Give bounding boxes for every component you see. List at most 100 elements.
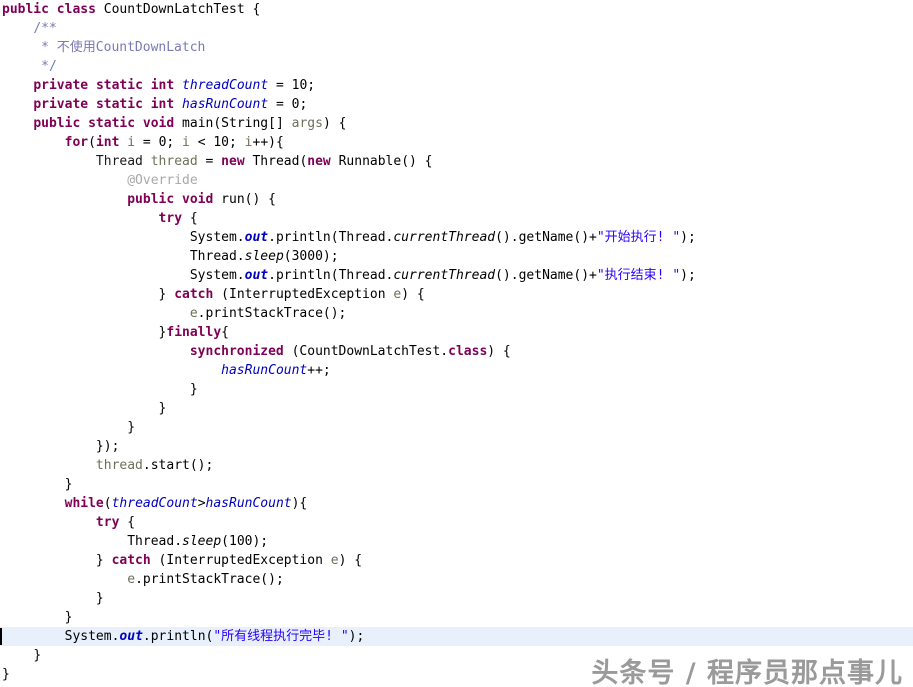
code-line[interactable]: Thread.sleep(3000); — [0, 247, 913, 266]
code-token-plain: ) { — [487, 344, 511, 359]
code-line[interactable]: Thread thread = new Thread(new Runnable(… — [0, 152, 913, 171]
code-line[interactable]: try { — [0, 209, 913, 228]
code-token-comment: */ — [33, 59, 57, 74]
code-token-plain: ) { — [322, 116, 347, 131]
code-line[interactable]: */ — [0, 57, 913, 76]
code-line[interactable]: e.printStackTrace(); — [0, 304, 913, 323]
code-token-plain: ().getName()+ — [495, 230, 597, 245]
code-token-plain: ) { — [401, 287, 425, 302]
code-line[interactable]: } — [0, 399, 913, 418]
code-line[interactable]: e.printStackTrace(); — [0, 570, 913, 589]
code-token-plain: { — [182, 211, 198, 226]
code-token-plain: .start(); — [142, 458, 214, 473]
code-line[interactable]: System.out.println(Thread.currentThread(… — [0, 228, 913, 247]
code-token-field: threadCount — [182, 78, 269, 93]
code-token-local: e — [330, 553, 339, 568]
code-token-plain: } — [95, 591, 104, 606]
code-token-plain: ; — [307, 78, 316, 93]
code-line[interactable]: public static void main(String[] args) { — [0, 114, 913, 133]
code-line[interactable]: } catch (InterruptedException e) { — [0, 551, 913, 570]
code-line[interactable]: } — [0, 418, 913, 437]
code-token-staticfld: out — [119, 629, 143, 644]
code-token-plain: ); — [348, 629, 365, 644]
code-line[interactable]: } — [0, 589, 913, 608]
code-token-plain: ; — [299, 97, 308, 112]
code-line[interactable]: synchronized (CountDownLatchTest.class) … — [0, 342, 913, 361]
code-line[interactable]: } — [0, 475, 913, 494]
code-token-plain: < — [189, 135, 214, 150]
code-line[interactable]: }); — [0, 437, 913, 456]
code-line[interactable]: }finally{ — [0, 323, 913, 342]
code-line[interactable]: } catch (InterruptedException e) { — [0, 285, 913, 304]
code-token-keyword: synchronized — [189, 344, 284, 359]
code-line[interactable]: try { — [0, 513, 913, 532]
code-line[interactable]: private static int threadCount = 10; — [0, 76, 913, 95]
code-line[interactable]: for(int i = 0; i < 10; i++){ — [0, 133, 913, 152]
code-token-plain: = — [197, 154, 222, 169]
code-token-keyword: static — [95, 97, 143, 112]
code-line-current[interactable]: System.out.println("所有线程执行完毕! "); — [0, 627, 913, 646]
code-token-plain: ++; — [307, 363, 331, 378]
code-token-plain: main(String[] — [174, 116, 292, 131]
code-token-plain: ().getName()+ — [495, 268, 597, 283]
code-token-keyword: private — [33, 78, 89, 93]
code-token-plain: } — [33, 648, 42, 663]
code-line[interactable]: thread.start(); — [0, 456, 913, 475]
code-token-plain: = — [268, 78, 292, 93]
code-line[interactable]: hasRunCount++; — [0, 361, 913, 380]
code-token-local: i — [244, 135, 253, 150]
code-line[interactable]: @Override — [0, 171, 913, 190]
code-token-method: sleep — [244, 249, 284, 264]
code-token-field: hasRunCount — [182, 97, 269, 112]
code-line[interactable]: while(threadCount>hasRunCount){ — [0, 494, 913, 513]
code-line[interactable]: /** — [0, 19, 913, 38]
code-line[interactable]: } — [0, 380, 913, 399]
code-token-plain: ++){ — [252, 135, 284, 150]
code-line[interactable]: } — [0, 608, 913, 627]
code-token-local: e — [127, 572, 136, 587]
code-line[interactable]: public void run() { — [0, 190, 913, 209]
code-token-plain: = — [268, 97, 292, 112]
code-token-comment: * 不使用CountDownLatch — [33, 40, 206, 55]
code-token-plain: System. — [189, 268, 245, 283]
code-token-local: thread — [95, 458, 143, 473]
code-token-keyword: static — [88, 116, 136, 131]
code-line[interactable]: private static int hasRunCount = 0; — [0, 95, 913, 114]
code-token-plain: Thread. — [127, 534, 183, 549]
code-token-num: 100 — [229, 534, 253, 549]
watermark-text: 头条号 / 程序员那点事儿 — [591, 658, 903, 687]
code-token-plain: ( — [221, 534, 229, 549]
code-token-keyword: finally — [166, 325, 222, 340]
code-token-local: i — [127, 135, 136, 150]
code-editor[interactable]: public class CountDownLatchTest { /** * … — [0, 0, 913, 687]
code-line[interactable]: Thread.sleep(100); — [0, 532, 913, 551]
code-line[interactable]: public class CountDownLatchTest { — [0, 0, 913, 19]
code-token-plain: } — [64, 610, 73, 625]
code-token-keyword: int — [150, 78, 175, 93]
code-token-keyword: void — [182, 192, 214, 207]
code-line[interactable]: * 不使用CountDownLatch — [0, 38, 913, 57]
code-text-area[interactable]: public class CountDownLatchTest { /** * … — [0, 0, 913, 687]
code-token-plain: ( — [88, 135, 96, 150]
code-token-keyword: int — [150, 97, 175, 112]
code-token-plain: (InterruptedException — [150, 553, 331, 568]
code-token-keyword: public — [2, 2, 49, 17]
code-token-keyword: class — [448, 344, 488, 359]
code-line[interactable]: System.out.println(Thread.currentThread(… — [0, 266, 913, 285]
